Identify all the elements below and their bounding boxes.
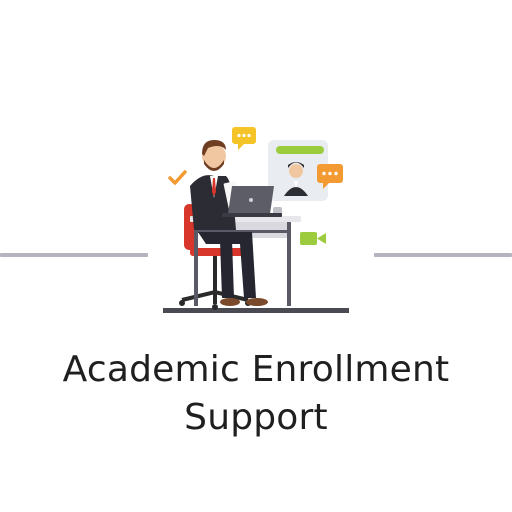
illustration-svg bbox=[163, 127, 349, 313]
page-title: Academic Enrollment Support bbox=[0, 346, 512, 442]
checkmark-icon bbox=[168, 170, 187, 185]
user-profile-card-icon bbox=[268, 140, 343, 201]
floor-line bbox=[163, 308, 349, 313]
title-line-2: Support bbox=[184, 397, 328, 438]
support-illustration bbox=[160, 120, 356, 320]
right-divider bbox=[374, 253, 512, 257]
video-call-icon bbox=[300, 232, 326, 245]
chat-bubble-icon bbox=[232, 127, 256, 150]
left-divider bbox=[0, 253, 148, 257]
title-line-1: Academic Enrollment bbox=[62, 349, 450, 390]
